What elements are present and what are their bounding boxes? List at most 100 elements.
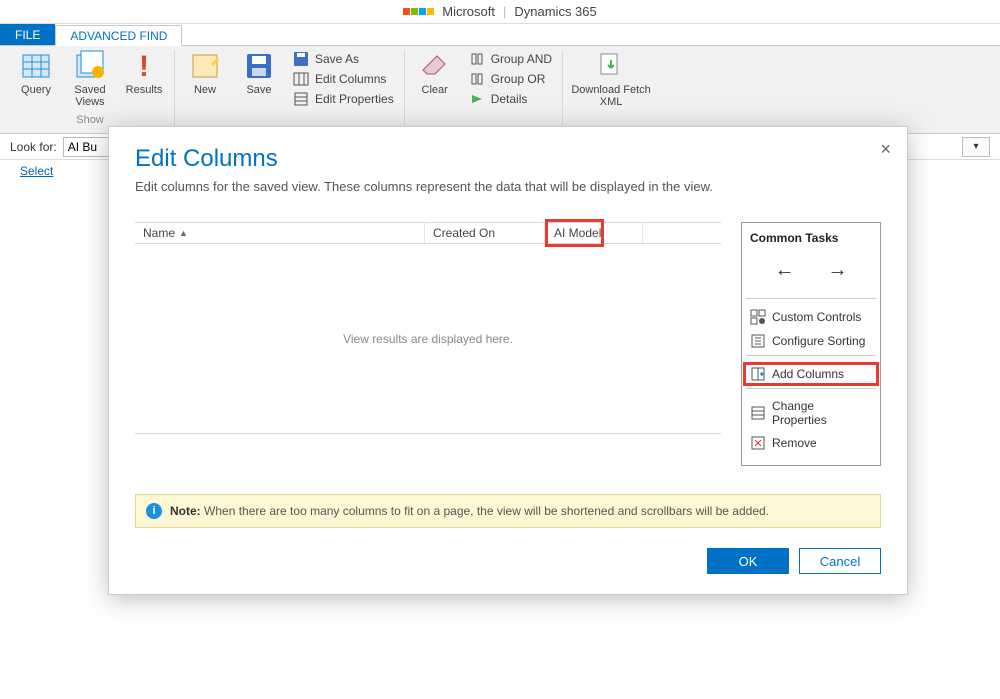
tabs-row: FILE ADVANCED FIND <box>0 24 1000 46</box>
dialog-title: Edit Columns <box>135 145 881 173</box>
info-icon: i <box>146 503 162 519</box>
lookfor-dropdown-button[interactable]: ▾ <box>962 137 990 157</box>
edit-properties-icon <box>293 91 309 107</box>
save-as-button[interactable]: Save As <box>291 50 396 68</box>
product-label: Dynamics 365 <box>514 4 596 19</box>
titlebar-separator: | <box>503 4 506 19</box>
titlebar: Microsoft | Dynamics 365 <box>0 0 1000 24</box>
columns-panel: Name ▲ Created On AI Model View results … <box>135 222 721 466</box>
save-as-label: Save As <box>315 52 359 66</box>
edit-columns-icon <box>293 71 309 87</box>
saved-views-label: Saved Views <box>74 84 105 108</box>
details-icon <box>469 91 485 107</box>
column-header-name[interactable]: Name ▲ <box>135 223 425 243</box>
task-change-properties[interactable]: Change Properties <box>746 395 876 431</box>
clear-label: Clear <box>422 84 448 96</box>
new-label: New <box>194 84 216 96</box>
details-label: Details <box>491 92 528 106</box>
select-link[interactable]: Select <box>20 164 53 178</box>
cancel-button[interactable]: Cancel <box>799 548 881 574</box>
ok-button[interactable]: OK <box>707 548 789 574</box>
edit-properties-label: Edit Properties <box>315 92 394 106</box>
group-and-icon <box>469 51 485 67</box>
group-and-label: Group AND <box>491 52 552 66</box>
column-header-ai-model[interactable]: AI Model <box>545 223 643 243</box>
column-created-label: Created On <box>433 226 495 240</box>
ribbon-group-query: Clear Group AND Group OR Details <box>405 50 563 133</box>
note-banner: i Note: When there are too many columns … <box>135 494 881 528</box>
save-icon <box>243 50 275 82</box>
query-label: Query <box>21 84 51 96</box>
sort-ascending-icon: ▲ <box>179 228 188 238</box>
note-label: Note: <box>170 504 201 518</box>
new-icon <box>189 50 221 82</box>
ribbon-group-download: Download Fetch XML <box>563 50 659 133</box>
task-custom-controls-label: Custom Controls <box>772 310 861 324</box>
brand-label: Microsoft <box>442 4 495 19</box>
column-header-row: Name ▲ Created On AI Model <box>135 222 721 244</box>
download-fetch-xml-label: Download Fetch XML <box>571 84 651 108</box>
save-label: Save <box>246 84 271 96</box>
close-icon: × <box>880 139 891 159</box>
edit-columns-button[interactable]: Edit Columns <box>291 70 396 88</box>
group-and-button[interactable]: Group AND <box>467 50 554 68</box>
remove-icon <box>750 435 766 451</box>
column-aimodel-label: AI Model <box>554 226 601 240</box>
custom-controls-icon <box>750 309 766 325</box>
arrow-right-icon: → <box>828 259 848 281</box>
task-remove[interactable]: Remove <box>746 431 876 455</box>
note-text: When there are too many columns to fit o… <box>204 504 769 518</box>
edit-properties-button[interactable]: Edit Properties <box>291 90 396 108</box>
chevron-down-icon: ▾ <box>973 141 978 152</box>
group-or-button[interactable]: Group OR <box>467 70 554 88</box>
common-tasks-title: Common Tasks <box>746 229 876 253</box>
task-configure-sorting-label: Configure Sorting <box>772 334 865 348</box>
close-button[interactable]: × <box>880 139 891 160</box>
task-remove-label: Remove <box>772 436 817 450</box>
tab-file[interactable]: FILE <box>0 24 55 45</box>
eraser-icon <box>419 50 451 82</box>
task-add-columns-label: Add Columns <box>772 367 844 381</box>
ribbon: Query Saved Views ! Results Show New Sav… <box>0 46 1000 134</box>
task-change-properties-label: Change Properties <box>772 399 872 427</box>
task-configure-sorting[interactable]: Configure Sorting <box>746 329 876 353</box>
saved-views-button[interactable]: Saved Views <box>68 50 112 108</box>
ribbon-group-file: New Save Save As Edit Columns Edit Prope… <box>175 50 405 133</box>
edit-columns-label: Edit Columns <box>315 72 386 86</box>
microsoft-logo-icon <box>403 8 434 15</box>
add-columns-icon <box>750 366 766 382</box>
download-icon <box>595 50 627 82</box>
lookfor-label: Look for: <box>10 140 57 154</box>
move-right-button[interactable]: → <box>828 259 848 282</box>
column-header-created-on[interactable]: Created On <box>425 223 545 243</box>
query-button[interactable]: Query <box>14 50 58 96</box>
new-button[interactable]: New <box>183 50 227 96</box>
svg-text:!: ! <box>139 50 149 82</box>
ribbon-group-show: Query Saved Views ! Results Show <box>6 50 175 133</box>
save-as-icon <box>293 51 309 67</box>
group-or-label: Group OR <box>491 72 546 86</box>
arrow-left-icon: ← <box>775 259 795 281</box>
column-header-spacer <box>643 223 721 243</box>
download-fetch-xml-button[interactable]: Download Fetch XML <box>571 50 651 108</box>
save-button[interactable]: Save <box>237 50 281 96</box>
clear-button[interactable]: Clear <box>413 50 457 96</box>
results-icon: ! <box>128 50 160 82</box>
change-properties-icon <box>750 405 766 421</box>
tab-advanced-find[interactable]: ADVANCED FIND <box>55 25 182 46</box>
configure-sorting-icon <box>750 333 766 349</box>
task-add-columns[interactable]: Add Columns <box>743 362 879 386</box>
dialog-subtitle: Edit columns for the saved view. These c… <box>135 179 881 194</box>
results-button[interactable]: ! Results <box>122 50 166 96</box>
details-button[interactable]: Details <box>467 90 554 108</box>
view-results-placeholder: View results are displayed here. <box>135 244 721 434</box>
edit-columns-dialog: × Edit Columns Edit columns for the save… <box>108 126 908 595</box>
common-tasks-panel: Common Tasks ← → Custom Controls Configu… <box>741 222 881 466</box>
ribbon-group-show-label: Show <box>76 112 104 130</box>
saved-views-icon <box>74 50 106 82</box>
move-left-button[interactable]: ← <box>775 259 795 282</box>
results-label: Results <box>126 84 163 96</box>
task-custom-controls[interactable]: Custom Controls <box>746 305 876 329</box>
grid-icon <box>20 50 52 82</box>
column-name-label: Name <box>143 226 175 240</box>
